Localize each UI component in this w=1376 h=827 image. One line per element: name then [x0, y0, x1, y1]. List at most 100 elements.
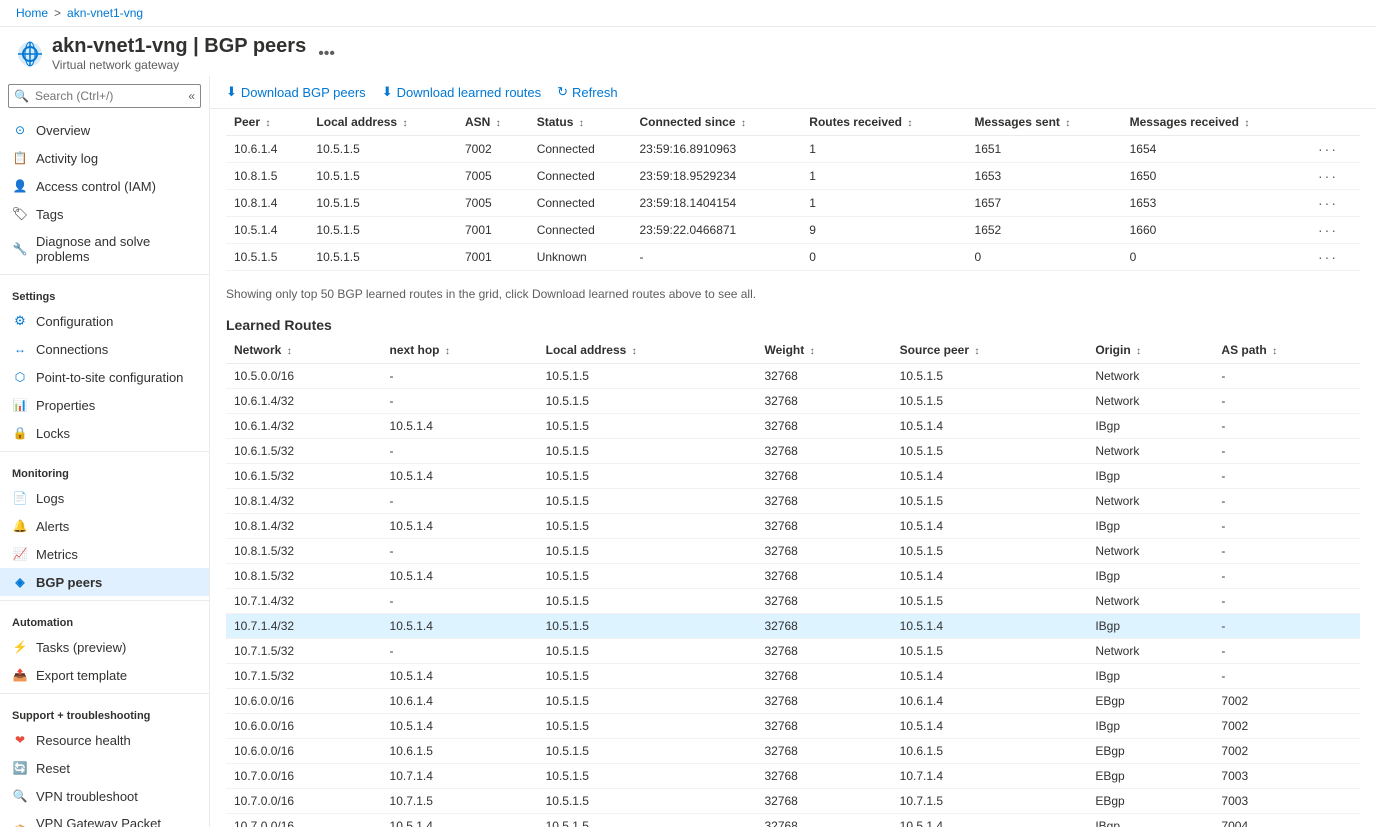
- col-asn[interactable]: ASN ↕: [457, 109, 529, 136]
- props-icon: 📊: [12, 397, 28, 413]
- local-address-cell: 10.5.1.5: [538, 414, 757, 439]
- local-address-cell: 10.5.1.5: [538, 589, 757, 614]
- messages-sent-cell: 0: [967, 244, 1122, 271]
- sidebar-item-label: Reset: [36, 761, 70, 776]
- weight-cell: 32768: [756, 689, 891, 714]
- sidebar-item-export-template[interactable]: 📤 Export template: [0, 661, 209, 689]
- packet-icon: 📦: [12, 823, 28, 827]
- next-hop-cell: -: [382, 639, 538, 664]
- export-icon: 📤: [12, 667, 28, 683]
- sidebar-item-overview[interactable]: ⊙ Overview: [0, 116, 209, 144]
- page-more-icon[interactable]: •••: [318, 45, 335, 63]
- collapse-icon[interactable]: «: [188, 89, 195, 103]
- sidebar-item-iam[interactable]: 👤 Access control (IAM): [0, 172, 209, 200]
- refresh-button[interactable]: ↻ Refresh: [557, 84, 617, 100]
- col-origin[interactable]: Origin ↕: [1087, 337, 1213, 364]
- origin-cell: Network: [1087, 589, 1213, 614]
- sidebar-item-metrics[interactable]: 📈 Metrics: [0, 540, 209, 568]
- row-more-icon[interactable]: ···: [1318, 168, 1338, 184]
- connected-since-cell: 23:59:18.9529234: [631, 163, 801, 190]
- sidebar-item-label: Diagnose and solve problems: [36, 234, 197, 264]
- weight-cell: 32768: [756, 514, 891, 539]
- col-weight[interactable]: Weight ↕: [756, 337, 891, 364]
- iam-icon: 👤: [12, 178, 28, 194]
- connected-since-cell: -: [631, 244, 801, 271]
- row-more-icon[interactable]: ···: [1318, 195, 1338, 211]
- sidebar-item-tasks[interactable]: ⚡ Tasks (preview): [0, 633, 209, 661]
- sidebar-item-connections[interactable]: ↔ Connections: [0, 335, 209, 363]
- breadcrumb-home[interactable]: Home: [16, 6, 48, 20]
- local-address-cell: 10.5.1.5: [538, 439, 757, 464]
- bgp-peers-section: Peer ↕ Local address ↕ ASN ↕ Status ↕ Co…: [226, 109, 1360, 271]
- row-more-icon[interactable]: ···: [1318, 141, 1338, 157]
- learned-routes-title: Learned Routes: [226, 309, 1360, 337]
- local-address-cell: 10.5.1.5: [538, 614, 757, 639]
- connected-since-cell: 23:59:18.1404154: [631, 190, 801, 217]
- as-path-cell: -: [1213, 389, 1360, 414]
- row-more-icon[interactable]: ···: [1318, 222, 1338, 238]
- download-routes-button[interactable]: ⬇ Download learned routes: [382, 84, 541, 100]
- table-row: 10.5.1.4 10.5.1.5 7001 Connected 23:59:2…: [226, 217, 1360, 244]
- sidebar-item-alerts[interactable]: 🔔 Alerts: [0, 512, 209, 540]
- source-peer-cell: 10.5.1.5: [892, 389, 1088, 414]
- col-connected-since[interactable]: Connected since ↕: [631, 109, 801, 136]
- actions-cell[interactable]: ···: [1310, 136, 1360, 163]
- col-routes-received[interactable]: Routes received ↕: [801, 109, 966, 136]
- weight-cell: 32768: [756, 414, 891, 439]
- sidebar-item-vpn-troubleshoot[interactable]: 🔍 VPN troubleshoot: [0, 782, 209, 810]
- col-next-hop[interactable]: next hop ↕: [382, 337, 538, 364]
- source-peer-cell: 10.5.1.4: [892, 614, 1088, 639]
- peer-cell: 10.6.1.4: [226, 136, 308, 163]
- sidebar-item-bgp-peers[interactable]: ◈ BGP peers: [0, 568, 209, 596]
- weight-cell: 32768: [756, 364, 891, 389]
- col-messages-sent[interactable]: Messages sent ↕: [967, 109, 1122, 136]
- sidebar-item-vpn-packet-capture[interactable]: 📦 VPN Gateway Packet Capture: [0, 810, 209, 827]
- sidebar-item-locks[interactable]: 🔒 Locks: [0, 419, 209, 447]
- actions-cell[interactable]: ···: [1310, 163, 1360, 190]
- toolbar: ⬇ Download BGP peers ⬇ Download learned …: [210, 76, 1376, 109]
- weight-cell: 32768: [756, 714, 891, 739]
- search-input[interactable]: [8, 84, 201, 108]
- col-status[interactable]: Status ↕: [529, 109, 632, 136]
- col-source-peer[interactable]: Source peer ↕: [892, 337, 1088, 364]
- local-cell: 10.5.1.5: [308, 244, 457, 271]
- sidebar-item-label: Overview: [36, 123, 90, 138]
- actions-cell[interactable]: ···: [1310, 244, 1360, 271]
- actions-cell[interactable]: ···: [1310, 217, 1360, 244]
- col-messages-received[interactable]: Messages received ↕: [1122, 109, 1310, 136]
- asn-cell: 7005: [457, 190, 529, 217]
- page-subtitle: Virtual network gateway: [52, 58, 306, 72]
- routes-received-cell: 9: [801, 217, 966, 244]
- sidebar-item-configuration[interactable]: ⚙ Configuration: [0, 307, 209, 335]
- col-actions-header: [1310, 109, 1360, 136]
- network-cell: 10.6.1.4/32: [226, 414, 382, 439]
- col-as-path[interactable]: AS path ↕: [1213, 337, 1360, 364]
- messages-sent-cell: 1651: [967, 136, 1122, 163]
- actions-cell[interactable]: ···: [1310, 190, 1360, 217]
- sidebar-item-tags[interactable]: 🏷 Tags: [0, 200, 209, 228]
- row-more-icon[interactable]: ···: [1318, 249, 1338, 265]
- col-network[interactable]: Network ↕: [226, 337, 382, 364]
- sidebar-item-properties[interactable]: 📊 Properties: [0, 391, 209, 419]
- download-bgp-peers-button[interactable]: ⬇ Download BGP peers: [226, 84, 366, 100]
- col-local-address[interactable]: Local address ↕: [538, 337, 757, 364]
- monitoring-section-label: Monitoring: [0, 456, 209, 484]
- sidebar-item-logs[interactable]: 📄 Logs: [0, 484, 209, 512]
- sidebar-item-p2s[interactable]: ⬡ Point-to-site configuration: [0, 363, 209, 391]
- col-local[interactable]: Local address ↕: [308, 109, 457, 136]
- breadcrumb-current[interactable]: akn-vnet1-vng: [67, 6, 143, 20]
- sidebar-item-resource-health[interactable]: ❤ Resource health: [0, 726, 209, 754]
- col-peer[interactable]: Peer ↕: [226, 109, 308, 136]
- sidebar-item-activity-log[interactable]: 📋 Activity log: [0, 144, 209, 172]
- main-content: ⬇ Download BGP peers ⬇ Download learned …: [210, 76, 1376, 827]
- sidebar-divider-automation: [0, 600, 209, 601]
- next-hop-cell: -: [382, 539, 538, 564]
- as-path-cell: -: [1213, 614, 1360, 639]
- table-row: 10.7.0.0/16 10.5.1.4 10.5.1.5 32768 10.5…: [226, 814, 1360, 827]
- local-address-cell: 10.5.1.5: [538, 514, 757, 539]
- origin-cell: EBgp: [1087, 739, 1213, 764]
- source-peer-cell: 10.5.1.5: [892, 539, 1088, 564]
- sidebar-item-diagnose[interactable]: 🔧 Diagnose and solve problems: [0, 228, 209, 270]
- sidebar-item-reset[interactable]: 🔄 Reset: [0, 754, 209, 782]
- as-path-cell: -: [1213, 564, 1360, 589]
